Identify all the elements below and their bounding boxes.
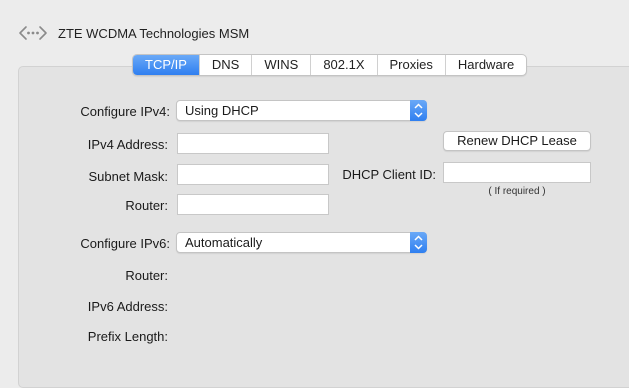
popup-arrows-icon <box>410 100 427 121</box>
subnet-mask-field[interactable] <box>177 164 329 185</box>
configure-ipv4-popup[interactable]: Using DHCP <box>176 100 427 121</box>
configure-ipv4-value: Using DHCP <box>185 103 259 118</box>
tab-tcpip[interactable]: TCP/IP <box>133 55 199 75</box>
tab-hardware[interactable]: Hardware <box>444 55 526 75</box>
tab-bar: TCP/IP DNS WINS 802.1X Proxies Hardware <box>132 54 528 76</box>
tab-8021x[interactable]: 802.1X <box>310 55 376 75</box>
router-ipv6-label: Router: <box>125 268 168 283</box>
ipv4-address-label: IPv4 Address: <box>87 137 168 152</box>
window-header: ZTE WCDMA Technologies MSM <box>18 20 249 46</box>
tab-proxies[interactable]: Proxies <box>376 55 445 75</box>
configure-ipv6-label: Configure IPv6: <box>80 236 170 251</box>
configure-ipv6-popup[interactable]: Automatically <box>176 232 427 253</box>
ipv6-address-label: IPv6 Address: <box>87 299 168 314</box>
router-ipv4-label: Router: <box>125 198 168 213</box>
dhcp-client-id-field[interactable] <box>443 162 591 183</box>
renew-dhcp-lease-button[interactable]: Renew DHCP Lease <box>443 131 591 151</box>
network-service-icon <box>18 20 48 46</box>
prefix-length-label: Prefix Length: <box>87 329 168 344</box>
if-required-note: ( If required ) <box>488 186 546 197</box>
tab-dns[interactable]: DNS <box>198 55 251 75</box>
subnet-mask-label: Subnet Mask: <box>88 169 169 184</box>
configure-ipv6-value: Automatically <box>185 235 263 250</box>
dhcp-client-id-label: DHCP Client ID: <box>342 167 436 182</box>
popup-arrows-icon <box>410 232 427 253</box>
ipv4-address-field[interactable] <box>177 133 329 154</box>
tab-wins[interactable]: WINS <box>251 55 310 75</box>
router-ipv4-field[interactable] <box>177 194 329 215</box>
service-title: ZTE WCDMA Technologies MSM <box>58 25 250 41</box>
configure-ipv4-label: Configure IPv4: <box>80 104 170 119</box>
